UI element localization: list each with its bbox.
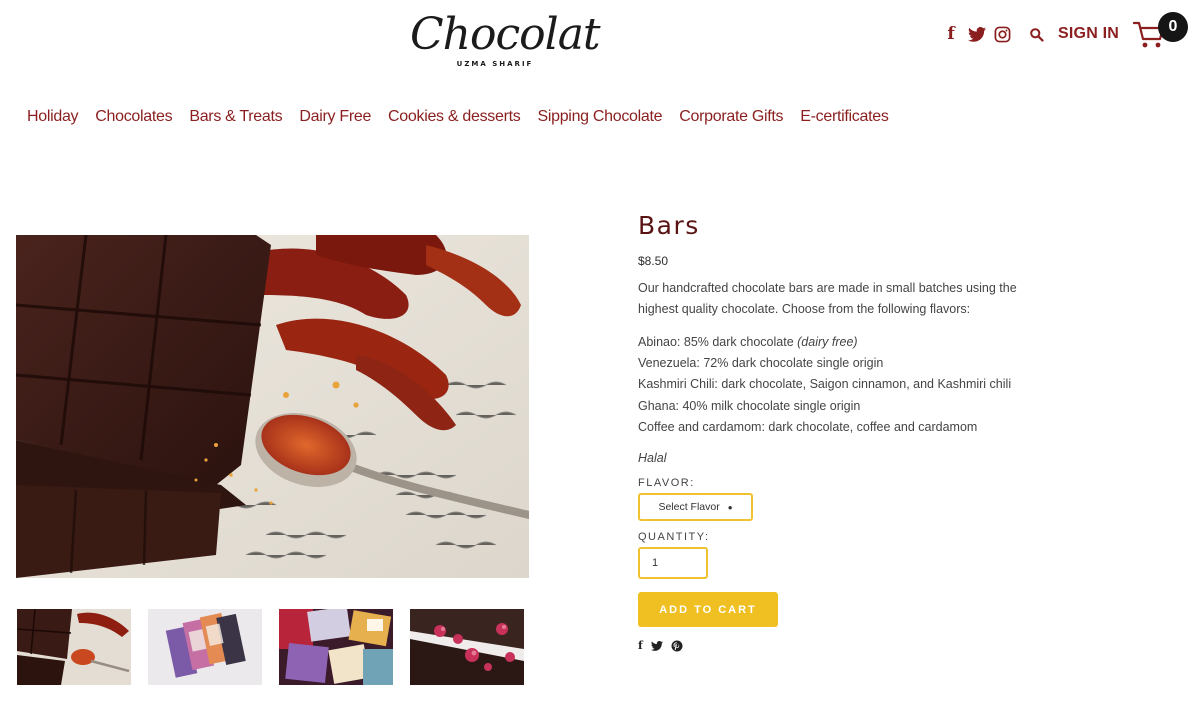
share-icons: f — [638, 639, 1058, 652]
nav-cookies-desserts[interactable]: Cookies & desserts — [388, 108, 521, 126]
sign-in-link[interactable]: SIGN IN — [1058, 25, 1119, 43]
quantity-input[interactable]: 1 — [638, 547, 708, 580]
nav-dairy-free[interactable]: Dairy Free — [299, 108, 371, 126]
product-info: Bars $8.50 Our handcrafted chocolate bar… — [638, 211, 1058, 652]
brand-logo[interactable]: Chocolat UZMA SHARIF — [410, 9, 601, 76]
thumbnail-1[interactable] — [17, 609, 131, 685]
facebook-icon[interactable]: f — [944, 24, 958, 44]
share-pinterest-icon[interactable] — [671, 640, 683, 652]
product-main-image[interactable] — [16, 235, 529, 578]
halal-note: Halal — [638, 451, 667, 466]
logo-wordmark: Chocolat — [410, 9, 601, 60]
cart-count-badge: 0 — [1158, 12, 1188, 42]
dropdown-bullet-icon: ● — [727, 502, 733, 512]
flavor-item: Ghana: 40% milk chocolate single origin — [638, 398, 861, 413]
main-nav: Holiday Chocolates Bars & Treats Dairy F… — [27, 108, 906, 126]
flavor-select[interactable]: Select Flavor ● — [638, 493, 753, 522]
thumbnail-2[interactable] — [148, 609, 262, 685]
flavor-label: FLAVOR: — [638, 477, 695, 490]
nav-sipping-chocolate[interactable]: Sipping Chocolate — [537, 108, 662, 126]
nav-chocolates[interactable]: Chocolates — [95, 108, 172, 126]
cart-button[interactable]: 0 — [1133, 12, 1188, 54]
flavor-item: Abinao: 85% dark chocolate (dairy free) — [638, 335, 858, 349]
header-utilities: f SIGN IN 0 — [944, 12, 1188, 54]
quantity-label: QUANTITY: — [638, 531, 710, 544]
product-description: Our handcrafted chocolate bars are made … — [638, 281, 1017, 316]
thumbnail-4[interactable] — [410, 609, 524, 685]
add-to-cart-button[interactable]: ADD TO CART — [638, 592, 778, 628]
product-title: Bars — [638, 211, 700, 240]
nav-bars-treats[interactable]: Bars & Treats — [189, 108, 282, 126]
flavor-item: Kashmiri Chili: dark chocolate, Saigon c… — [638, 377, 1012, 392]
nav-e-certificates[interactable]: E-certificates — [800, 108, 889, 126]
flavor-item: Venezuela: 72% dark chocolate single ori… — [638, 356, 884, 371]
thumbnail-3[interactable] — [279, 609, 393, 685]
twitter-icon[interactable] — [968, 26, 987, 42]
nav-corporate-gifts[interactable]: Corporate Gifts — [679, 108, 783, 126]
instagram-icon[interactable] — [994, 26, 1011, 43]
logo-tagline: UZMA SHARIF — [456, 60, 534, 68]
nav-holiday[interactable]: Holiday — [27, 108, 79, 126]
flavor-item: Coffee and cardamom: dark chocolate, cof… — [638, 419, 978, 434]
share-twitter-icon[interactable] — [650, 640, 663, 651]
flavor-select-value: Select Flavor — [658, 501, 720, 514]
share-facebook-icon[interactable]: f — [638, 639, 643, 652]
search-icon[interactable] — [1029, 27, 1044, 42]
product-price: $8.50 — [638, 254, 669, 268]
flavor-list: Abinao: 85% dark chocolate (dairy free) … — [638, 332, 1058, 438]
